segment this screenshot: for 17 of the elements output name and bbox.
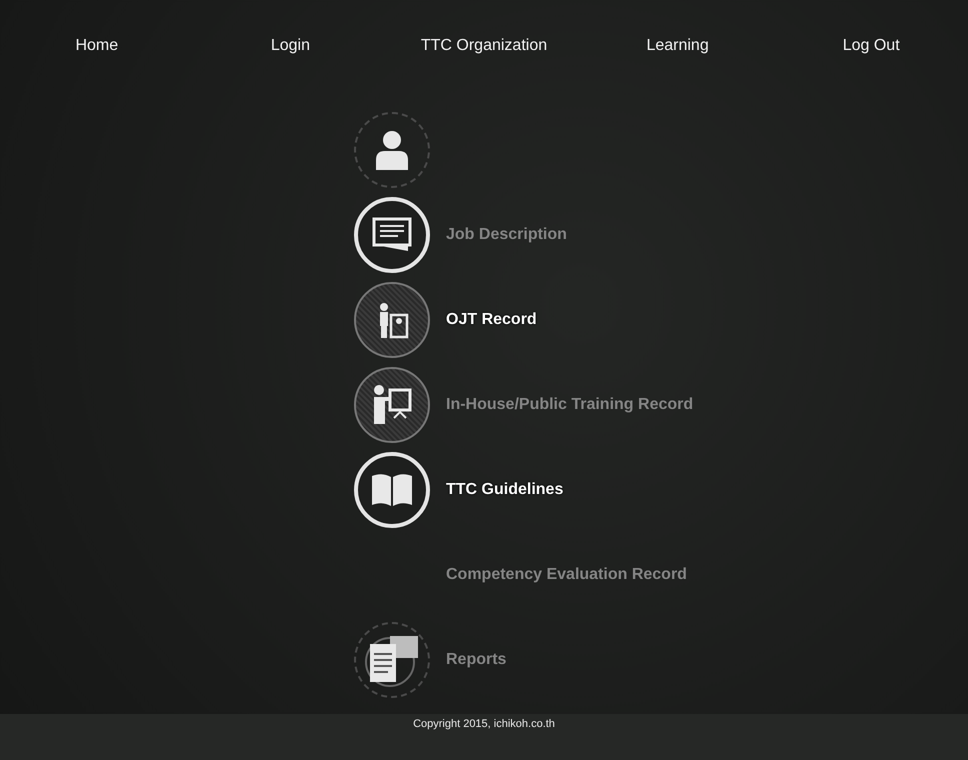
copyright-text: Copyright 2015, ichikoh.co.th: [413, 718, 555, 732]
nav-link[interactable]: TTC Organization: [420, 36, 548, 56]
open-book-icon: [370, 472, 414, 508]
presentation-board-icon: [372, 216, 412, 252]
nav-link[interactable]: Home: [75, 36, 118, 56]
menu-link[interactable]: Reports: [446, 650, 506, 668]
menu-icon-circle[interactable]: [354, 112, 430, 188]
menu-link[interactable]: Competency Evaluation Record: [446, 566, 687, 584]
nav-link[interactable]: Learning: [646, 36, 709, 56]
menu-link[interactable]: OJT Record: [446, 310, 537, 328]
menu-link[interactable]: Job Description: [446, 226, 567, 244]
nav-link[interactable]: Log Out: [842, 36, 900, 56]
menu-link[interactable]: In-House/Public Training Record: [446, 396, 694, 414]
nav-link[interactable]: Login: [270, 36, 310, 56]
menu-icon-circle[interactable]: [354, 622, 430, 698]
menu-link[interactable]: TTC Guidelines: [446, 480, 564, 498]
user-icon: [375, 130, 409, 170]
